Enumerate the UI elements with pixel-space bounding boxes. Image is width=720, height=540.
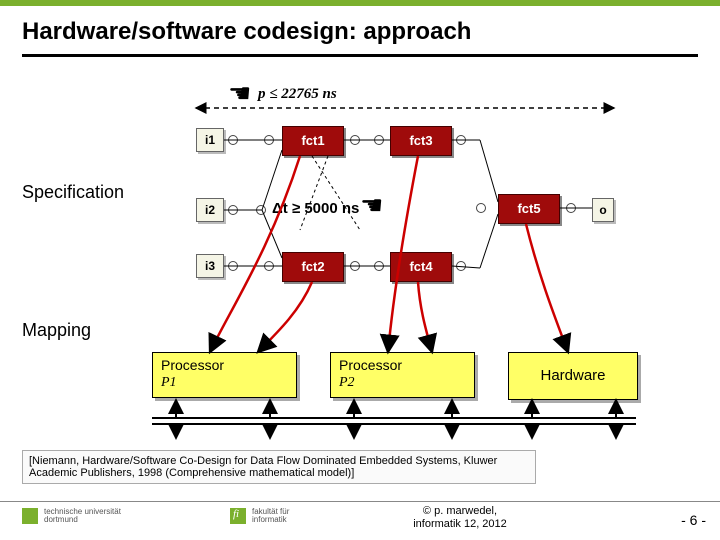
reference-citation: [Niemann, Hardware/Software Co-Design fo… xyxy=(22,450,536,484)
node-o: o xyxy=(592,198,614,222)
constraint-delta: Δt ≥ 5000 ns xyxy=(272,200,359,217)
fi-logo-icon xyxy=(230,508,246,524)
proc-name: P2 xyxy=(339,375,355,390)
block-fct1: fct1 xyxy=(282,126,344,156)
footer: technische universität dortmund fakultät… xyxy=(0,501,720,540)
node-i3: i3 xyxy=(196,254,224,278)
node-i2: i2 xyxy=(196,198,224,222)
hand-icon-2: ☛ xyxy=(360,192,383,218)
constraint-period: p ≤ 22765 ns xyxy=(258,86,337,103)
processor-p2: Processor P2 xyxy=(330,352,475,398)
processor-p1: Processor P1 xyxy=(152,352,297,398)
hand-icon: ☛ xyxy=(228,80,251,106)
block-fct4: fct4 xyxy=(390,252,452,282)
page-number: - 6 - xyxy=(681,512,706,528)
block-hardware: Hardware xyxy=(508,352,638,400)
tu-logo-icon xyxy=(22,508,38,524)
block-fct2: fct2 xyxy=(282,252,344,282)
label-mapping: Mapping xyxy=(22,320,91,341)
fi-line2: informatik xyxy=(252,515,287,524)
node-i1: i1 xyxy=(196,128,224,152)
copyright: © p. marwedel, informatik 12, 2012 xyxy=(390,505,530,531)
proc-title: Processor xyxy=(339,357,402,373)
proc-name: P1 xyxy=(161,375,177,390)
tu-line2: dortmund xyxy=(44,515,78,524)
label-specification: Specification xyxy=(22,182,124,203)
block-fct5: fct5 xyxy=(498,194,560,224)
proc-title: Processor xyxy=(161,357,224,373)
fi-logo: fakultät für informatik xyxy=(230,508,289,525)
block-fct3: fct3 xyxy=(390,126,452,156)
tu-logo: technische universität dortmund xyxy=(22,508,121,525)
